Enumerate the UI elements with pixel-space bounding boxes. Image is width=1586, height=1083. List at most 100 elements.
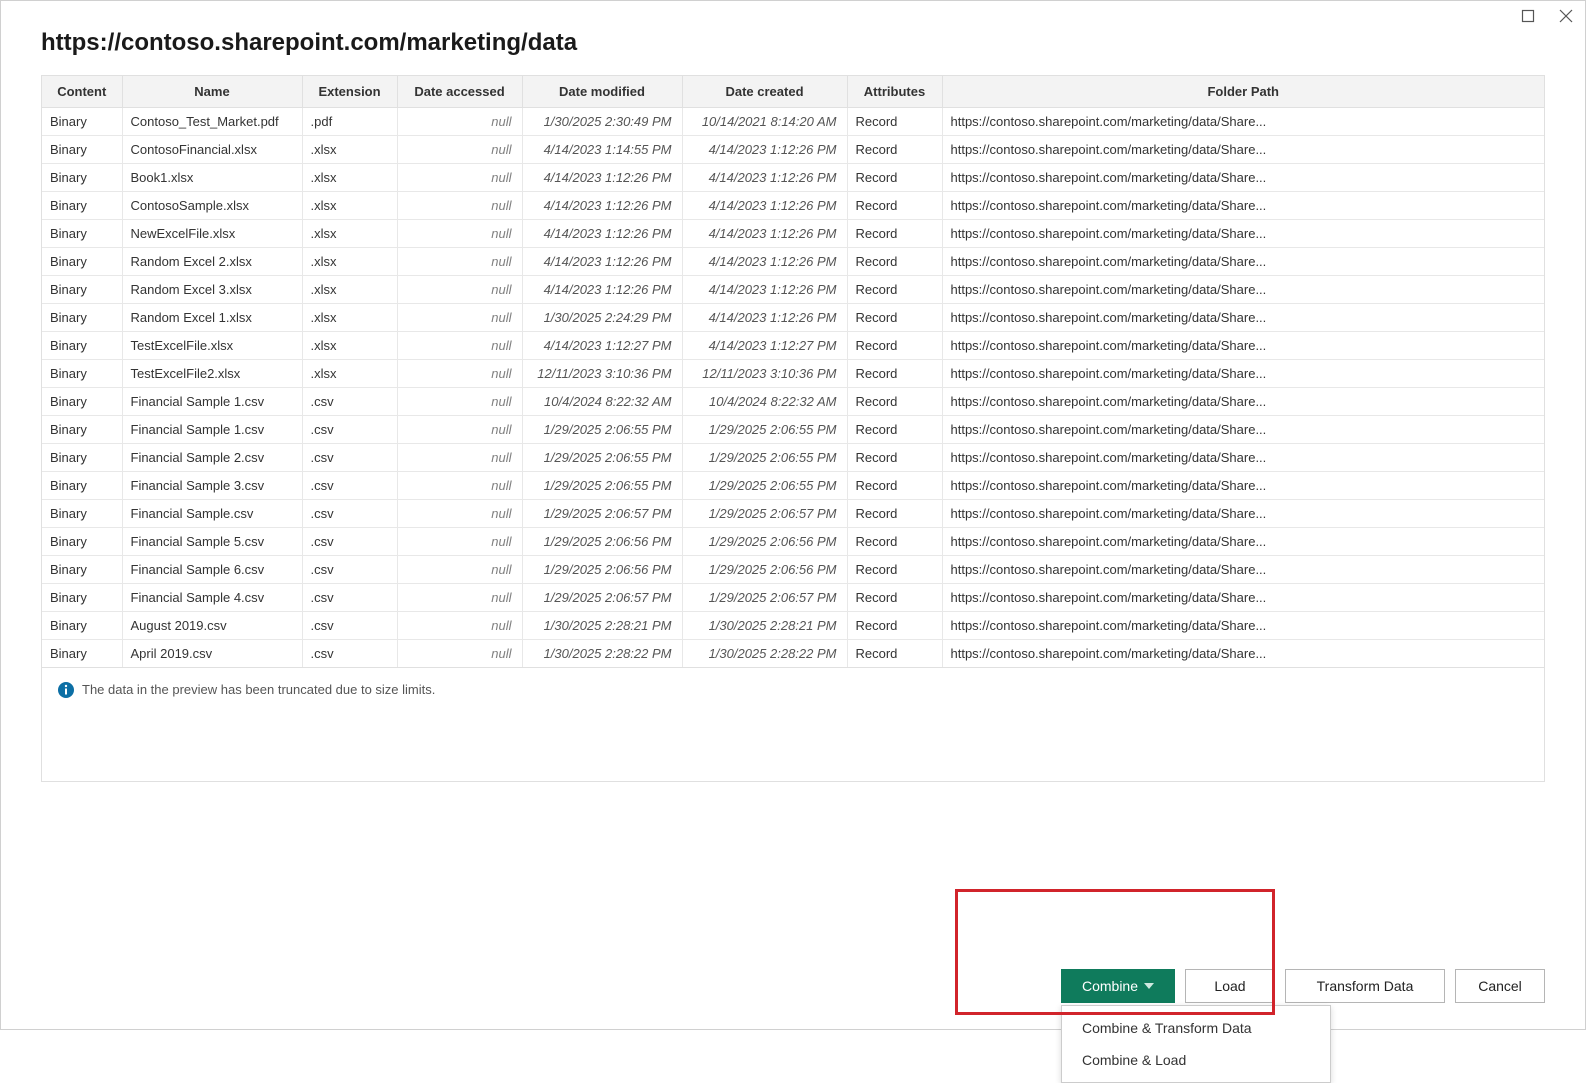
cell-date-created: 4/14/2023 1:12:26 PM — [682, 304, 847, 332]
cell-date-modified: 1/30/2025 2:28:22 PM — [522, 640, 682, 668]
cell-name: Book1.xlsx — [122, 164, 302, 192]
cell-date-accessed: null — [397, 444, 522, 472]
cell-name: Financial Sample 5.csv — [122, 528, 302, 556]
cell-attributes: Record — [847, 500, 942, 528]
cell-date-accessed: null — [397, 220, 522, 248]
cell-attributes: Record — [847, 584, 942, 612]
transform-data-button[interactable]: Transform Data — [1285, 969, 1445, 1003]
cell-name: Financial Sample 1.csv — [122, 388, 302, 416]
table-row[interactable]: BinaryFinancial Sample 4.csv.csvnull1/29… — [42, 584, 1544, 612]
cell-extension: .xlsx — [302, 164, 397, 192]
cell-content: Binary — [42, 388, 122, 416]
table-row[interactable]: BinaryFinancial Sample 5.csv.csvnull1/29… — [42, 528, 1544, 556]
table-row[interactable]: BinaryRandom Excel 1.xlsx.xlsxnull1/30/2… — [42, 304, 1544, 332]
cell-name: Financial Sample.csv — [122, 500, 302, 528]
cell-date-created: 4/14/2023 1:12:26 PM — [682, 220, 847, 248]
cell-attributes: Record — [847, 640, 942, 668]
cell-folder-path: https://contoso.sharepoint.com/marketing… — [942, 332, 1544, 360]
combine-transform-item[interactable]: Combine & Transform Data — [1062, 1012, 1330, 1044]
cell-date-created: 10/4/2024 8:22:32 AM — [682, 388, 847, 416]
cell-content: Binary — [42, 164, 122, 192]
cell-name: Random Excel 3.xlsx — [122, 276, 302, 304]
cell-name: Financial Sample 4.csv — [122, 584, 302, 612]
cell-extension: .xlsx — [302, 332, 397, 360]
table-row[interactable]: BinaryRandom Excel 2.xlsx.xlsxnull4/14/2… — [42, 248, 1544, 276]
cell-content: Binary — [42, 584, 122, 612]
col-content-header[interactable]: Content — [42, 76, 122, 108]
col-date-created-header[interactable]: Date created — [682, 76, 847, 108]
cell-content: Binary — [42, 500, 122, 528]
table-row[interactable]: BinaryRandom Excel 3.xlsx.xlsxnull4/14/2… — [42, 276, 1544, 304]
table-row[interactable]: BinaryFinancial Sample 3.csv.csvnull1/29… — [42, 472, 1544, 500]
table-row[interactable]: BinaryTestExcelFile2.xlsx.xlsxnull12/11/… — [42, 360, 1544, 388]
cell-content: Binary — [42, 276, 122, 304]
col-attributes-header[interactable]: Attributes — [847, 76, 942, 108]
cell-folder-path: https://contoso.sharepoint.com/marketing… — [942, 248, 1544, 276]
col-folder-path-header[interactable]: Folder Path — [942, 76, 1544, 108]
table-row[interactable]: BinaryAugust 2019.csv.csvnull1/30/2025 2… — [42, 612, 1544, 640]
load-button[interactable]: Load — [1185, 969, 1275, 1003]
cell-date-accessed: null — [397, 500, 522, 528]
col-name-header[interactable]: Name — [122, 76, 302, 108]
cell-folder-path: https://contoso.sharepoint.com/marketing… — [942, 388, 1544, 416]
combine-button[interactable]: Combine — [1061, 969, 1175, 1003]
cell-attributes: Record — [847, 220, 942, 248]
cancel-button[interactable]: Cancel — [1455, 969, 1545, 1003]
cell-date-modified: 4/14/2023 1:14:55 PM — [522, 136, 682, 164]
cell-attributes: Record — [847, 332, 942, 360]
table-row[interactable]: BinaryFinancial Sample 6.csv.csvnull1/29… — [42, 556, 1544, 584]
cell-folder-path: https://contoso.sharepoint.com/marketing… — [942, 276, 1544, 304]
table-row[interactable]: BinaryContoso_Test_Market.pdf.pdfnull1/3… — [42, 108, 1544, 136]
cell-date-created: 1/30/2025 2:28:22 PM — [682, 640, 847, 668]
cell-date-created: 4/14/2023 1:12:26 PM — [682, 192, 847, 220]
cell-date-modified: 4/14/2023 1:12:26 PM — [522, 276, 682, 304]
cell-name: NewExcelFile.xlsx — [122, 220, 302, 248]
cell-folder-path: https://contoso.sharepoint.com/marketing… — [942, 640, 1544, 668]
cell-date-modified: 1/29/2025 2:06:56 PM — [522, 556, 682, 584]
cell-content: Binary — [42, 248, 122, 276]
col-extension-header[interactable]: Extension — [302, 76, 397, 108]
cell-content: Binary — [42, 192, 122, 220]
cell-content: Binary — [42, 220, 122, 248]
combine-load-item[interactable]: Combine & Load — [1062, 1044, 1330, 1076]
cell-extension: .xlsx — [302, 192, 397, 220]
cell-content: Binary — [42, 304, 122, 332]
cell-date-modified: 1/29/2025 2:06:57 PM — [522, 500, 682, 528]
cell-content: Binary — [42, 136, 122, 164]
col-date-accessed-header[interactable]: Date accessed — [397, 76, 522, 108]
table-row[interactable]: BinaryFinancial Sample 2.csv.csvnull1/29… — [42, 444, 1544, 472]
table-row[interactable]: BinaryTestExcelFile.xlsx.xlsxnull4/14/20… — [42, 332, 1544, 360]
page-title: https://contoso.sharepoint.com/marketing… — [1, 1, 1585, 75]
cell-date-created: 4/14/2023 1:12:27 PM — [682, 332, 847, 360]
cell-folder-path: https://contoso.sharepoint.com/marketing… — [942, 136, 1544, 164]
table-row[interactable]: BinaryNewExcelFile.xlsx.xlsxnull4/14/202… — [42, 220, 1544, 248]
cell-name: Financial Sample 3.csv — [122, 472, 302, 500]
table-row[interactable]: BinaryFinancial Sample 1.csv.csvnull10/4… — [42, 388, 1544, 416]
cell-date-modified: 1/29/2025 2:06:56 PM — [522, 528, 682, 556]
navigator-dialog: https://contoso.sharepoint.com/marketing… — [0, 0, 1586, 1030]
cell-extension: .xlsx — [302, 360, 397, 388]
close-icon[interactable] — [1559, 9, 1573, 26]
table-row[interactable]: BinaryContosoFinancial.xlsx.xlsxnull4/14… — [42, 136, 1544, 164]
table-row[interactable]: BinaryApril 2019.csv.csvnull1/30/2025 2:… — [42, 640, 1544, 668]
cell-attributes: Record — [847, 528, 942, 556]
cell-date-accessed: null — [397, 416, 522, 444]
cell-attributes: Record — [847, 388, 942, 416]
cell-date-accessed: null — [397, 584, 522, 612]
cell-date-modified: 1/30/2025 2:28:21 PM — [522, 612, 682, 640]
table-row[interactable]: BinaryFinancial Sample 1.csv.csvnull1/29… — [42, 416, 1544, 444]
cell-date-accessed: null — [397, 136, 522, 164]
info-message: The data in the preview has been truncat… — [82, 682, 435, 697]
table-row[interactable]: BinaryBook1.xlsx.xlsxnull4/14/2023 1:12:… — [42, 164, 1544, 192]
cell-content: Binary — [42, 556, 122, 584]
table-row[interactable]: BinaryContosoSample.xlsx.xlsxnull4/14/20… — [42, 192, 1544, 220]
cell-name: Financial Sample 6.csv — [122, 556, 302, 584]
cell-folder-path: https://contoso.sharepoint.com/marketing… — [942, 108, 1544, 136]
cell-folder-path: https://contoso.sharepoint.com/marketing… — [942, 220, 1544, 248]
maximize-icon[interactable] — [1521, 9, 1535, 26]
col-date-modified-header[interactable]: Date modified — [522, 76, 682, 108]
cell-extension: .csv — [302, 444, 397, 472]
table-row[interactable]: BinaryFinancial Sample.csv.csvnull1/29/2… — [42, 500, 1544, 528]
cell-date-accessed: null — [397, 248, 522, 276]
cell-folder-path: https://contoso.sharepoint.com/marketing… — [942, 500, 1544, 528]
